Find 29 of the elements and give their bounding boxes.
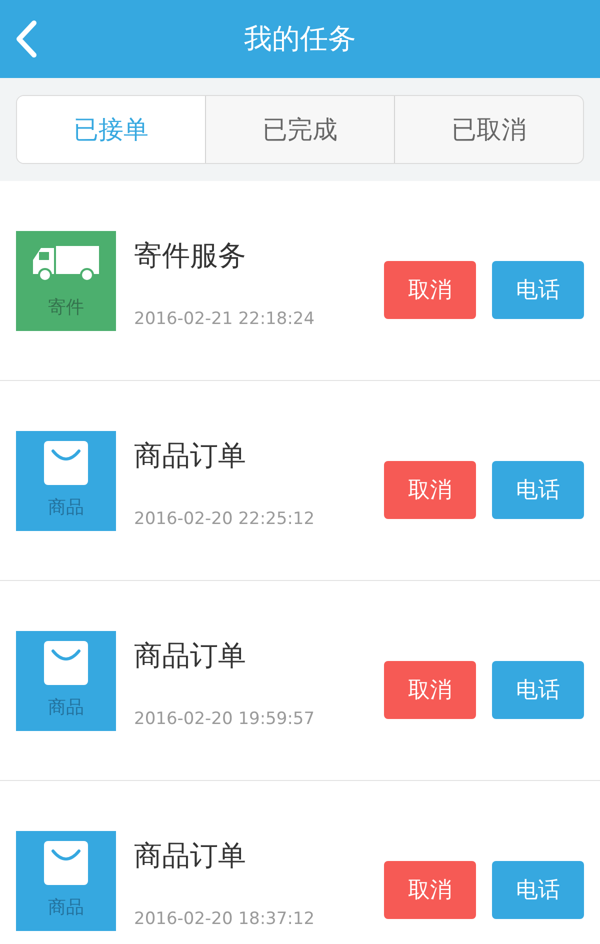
cancel-button[interactable]: 取消 bbox=[384, 861, 476, 919]
tab[interactable]: 已接单 bbox=[17, 96, 205, 163]
thumbnail-label: 商品 bbox=[48, 696, 84, 719]
task-title: 寄件服务 bbox=[134, 238, 247, 274]
task-time: 2016-02-20 19:59:57 bbox=[134, 709, 316, 729]
shopping-bag-icon bbox=[44, 441, 88, 485]
task-time: 2016-02-20 18:37:12 bbox=[134, 909, 316, 929]
cancel-button[interactable]: 取消 bbox=[384, 261, 476, 319]
tab[interactable]: 已取消 bbox=[394, 96, 583, 163]
back-icon[interactable] bbox=[14, 20, 38, 58]
call-button[interactable]: 电话 bbox=[492, 861, 584, 919]
tab[interactable]: 已完成 bbox=[205, 96, 394, 163]
page-title: 我的任务 bbox=[244, 21, 356, 57]
task-time: 2016-02-21 22:18:24 bbox=[134, 309, 316, 329]
task-title: 商品订单 bbox=[134, 638, 247, 674]
thumbnail-label: 寄件 bbox=[48, 296, 84, 319]
shopping-bag-icon bbox=[44, 841, 88, 885]
call-button[interactable]: 电话 bbox=[492, 461, 584, 519]
shopping-bag-icon bbox=[44, 641, 88, 685]
call-button[interactable]: 电话 bbox=[492, 661, 584, 719]
truck-icon bbox=[31, 244, 101, 282]
cancel-button[interactable]: 取消 bbox=[384, 461, 476, 519]
task-title: 商品订单 bbox=[134, 438, 247, 474]
cancel-button[interactable]: 取消 bbox=[384, 661, 476, 719]
task-time: 2016-02-20 22:25:12 bbox=[134, 509, 316, 529]
thumbnail-label: 商品 bbox=[48, 896, 84, 919]
task-title: 商品订单 bbox=[134, 838, 247, 874]
thumbnail-label: 商品 bbox=[48, 496, 84, 519]
call-button[interactable]: 电话 bbox=[492, 261, 584, 319]
